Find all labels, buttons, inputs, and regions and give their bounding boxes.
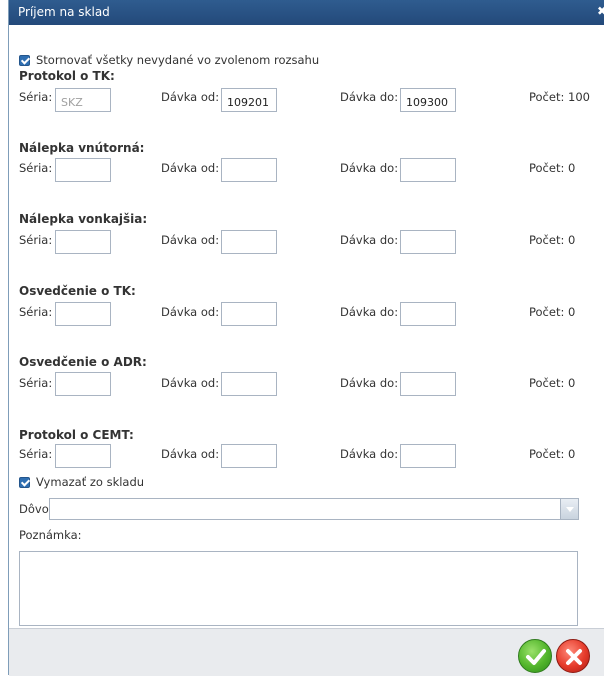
osvedcenie-tk-pocet: Počet: 0 xyxy=(529,305,576,319)
seria-label: Séria: xyxy=(19,376,53,390)
confirm-button[interactable] xyxy=(518,639,552,673)
davka-do-label: Dávka do: xyxy=(340,305,399,319)
chevron-down-icon[interactable] xyxy=(560,499,578,519)
osvedcenie-tk-davka-od-input[interactable] xyxy=(221,302,277,326)
stornovat-checkbox[interactable]: Stornovať všetky nevydané vo zvolenom ro… xyxy=(19,53,319,67)
cross-icon xyxy=(566,649,582,665)
davka-do-label: Dávka do: xyxy=(340,447,399,461)
poznamka-textarea[interactable] xyxy=(19,551,578,626)
seria-label: Séria: xyxy=(19,233,53,247)
poznamka-label: Poznámka: xyxy=(19,528,82,542)
davka-od-label: Dávka od: xyxy=(161,161,220,175)
section-title-osvedcenie-tk: Osvedčenie o TK: xyxy=(19,284,136,298)
nalepka-vonkajsia-davka-do-input[interactable] xyxy=(400,230,456,254)
osvedcenie-adr-davka-do-input[interactable] xyxy=(400,372,456,396)
davka-od-label: Dávka od: xyxy=(161,90,220,104)
davka-do-label: Dávka do: xyxy=(340,376,399,390)
checkbox-checked-icon[interactable] xyxy=(19,54,30,66)
window-title: Príjem na sklad xyxy=(18,5,110,19)
dovod-select[interactable] xyxy=(49,498,579,520)
nalepka-vnutorna-pocet: Počet: 0 xyxy=(529,161,576,175)
vymazat-checkbox[interactable]: Vymazať zo skladu xyxy=(19,475,144,489)
seria-label: Séria: xyxy=(19,90,53,104)
vymazat-label: Vymazať zo skladu xyxy=(36,475,145,489)
davka-od-label: Dávka od: xyxy=(161,233,220,247)
section-title-protokol-tk: Protokol o TK: xyxy=(19,69,115,83)
nalepka-vonkajsia-davka-od-input[interactable] xyxy=(221,230,277,254)
davka-od-label: Dávka od: xyxy=(161,447,220,461)
stornovat-label: Stornovať všetky nevydané vo zvolenom ro… xyxy=(36,53,320,67)
osvedcenie-adr-pocet: Počet: 0 xyxy=(529,376,576,390)
protokol-cemt-seria-input[interactable] xyxy=(55,444,111,468)
osvedcenie-tk-seria-input[interactable] xyxy=(55,302,111,326)
seria-label: Séria: xyxy=(19,161,53,175)
protokol-tk-seria-input[interactable] xyxy=(55,88,111,112)
checkbox-checked-icon[interactable] xyxy=(19,476,30,488)
protokol-cemt-davka-od-input[interactable] xyxy=(221,444,277,468)
section-title-osvedcenie-adr: Osvedčenie o ADR: xyxy=(19,355,147,369)
section-title-protokol-cemt: Protokol o CEMT: xyxy=(19,428,134,442)
osvedcenie-adr-davka-od-input[interactable] xyxy=(221,372,277,396)
section-title-nalepka-vonkajsia: Nálepka vonkajšia: xyxy=(19,212,148,226)
protokol-tk-davka-od-input[interactable] xyxy=(221,88,277,112)
protokol-cemt-pocet: Počet: 0 xyxy=(529,447,576,461)
nalepka-vonkajsia-pocet: Počet: 0 xyxy=(529,233,576,247)
cancel-button[interactable] xyxy=(556,639,590,673)
seria-label: Séria: xyxy=(19,305,53,319)
osvedcenie-tk-davka-do-input[interactable] xyxy=(400,302,456,326)
close-icon[interactable]: ✖ xyxy=(597,4,604,18)
section-title-nalepka-vnutorna: Nálepka vnútorná: xyxy=(19,141,145,155)
dialog-footer xyxy=(9,628,604,676)
protokol-cemt-davka-do-input[interactable] xyxy=(400,444,456,468)
nalepka-vonkajsia-seria-input[interactable] xyxy=(55,230,111,254)
nalepka-vnutorna-seria-input[interactable] xyxy=(55,158,111,182)
dialog-window: Príjem na sklad ✖ Stornovať všetky nevyd… xyxy=(8,0,604,676)
nalepka-vnutorna-davka-do-input[interactable] xyxy=(400,158,456,182)
title-bar: Príjem na sklad ✖ xyxy=(9,0,604,25)
nalepka-vnutorna-davka-od-input[interactable] xyxy=(221,158,277,182)
protokol-tk-davka-do-input[interactable] xyxy=(400,88,456,112)
davka-do-label: Dávka do: xyxy=(340,233,399,247)
davka-do-label: Dávka do: xyxy=(340,90,399,104)
seria-label: Séria: xyxy=(19,447,53,461)
dropdown-triangle xyxy=(565,506,574,512)
davka-od-label: Dávka od: xyxy=(161,305,220,319)
checkmark-icon xyxy=(526,649,546,665)
osvedcenie-adr-seria-input[interactable] xyxy=(55,372,111,396)
davka-od-label: Dávka od: xyxy=(161,376,220,390)
protokol-tk-pocet: Počet: 100 xyxy=(529,90,590,104)
davka-do-label: Dávka do: xyxy=(340,161,399,175)
